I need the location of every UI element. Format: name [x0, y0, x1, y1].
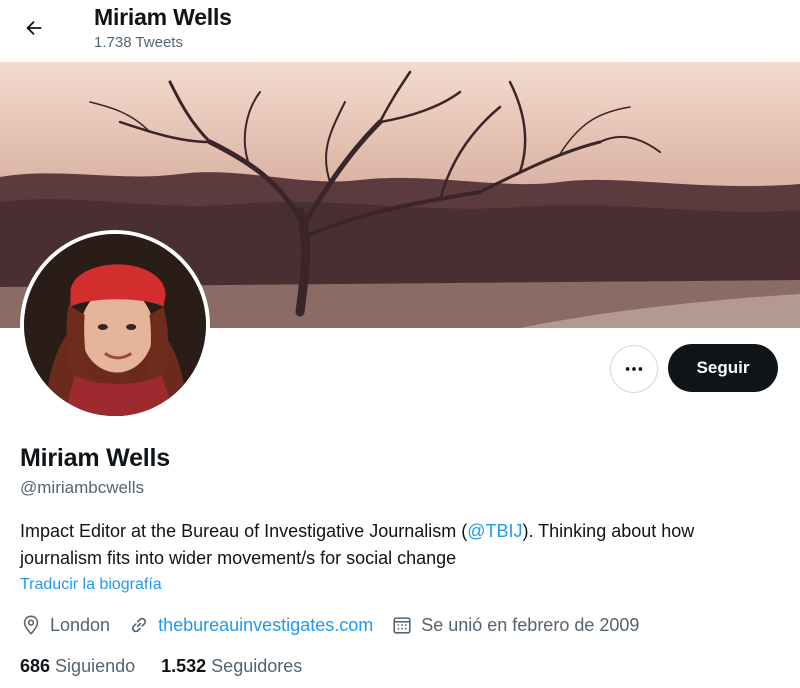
- display-name: Miriam Wells: [20, 444, 170, 472]
- more-options-button[interactable]: [610, 345, 658, 393]
- following-label: Siguiendo: [55, 656, 136, 676]
- website-link[interactable]: thebureauinvestigates.com: [158, 615, 373, 636]
- profile-header: Miriam Wells 1.738 Tweets: [0, 0, 800, 62]
- avatar-photo: [24, 234, 206, 416]
- followers-count: 1.532: [161, 656, 207, 676]
- profile-meta: London thebureauinvestigates.com Se unió…: [20, 614, 657, 636]
- avatar[interactable]: [20, 230, 210, 420]
- following-link[interactable]: 686 Siguiendo: [20, 656, 135, 677]
- bio-mention-link[interactable]: @TBIJ: [467, 521, 522, 541]
- back-button[interactable]: [14, 8, 54, 48]
- location-pin-icon: [23, 615, 39, 635]
- bio-text-start: Impact Editor at the Bureau of Investiga…: [20, 521, 468, 541]
- calendar-icon: [393, 617, 411, 634]
- profile-bio: Impact Editor at the Bureau of Investiga…: [20, 518, 780, 572]
- joined-text: Se unió en febrero de 2009: [421, 614, 640, 635]
- tweet-count: 1.738 Tweets: [94, 34, 183, 51]
- header-name: Miriam Wells: [94, 4, 232, 30]
- translate-bio-link[interactable]: Traducir la biografía: [20, 576, 162, 594]
- website-item: thebureauinvestigates.com: [128, 614, 373, 636]
- follow-button[interactable]: Seguir: [668, 344, 778, 392]
- arrow-left-icon: [26, 20, 42, 36]
- more-dots-icon: [625, 367, 643, 371]
- location-item: London: [20, 614, 110, 636]
- joined-item: Se unió en febrero de 2009: [391, 614, 639, 636]
- location-text: London: [50, 614, 111, 635]
- link-icon: [132, 617, 147, 633]
- followers-link[interactable]: 1.532 Seguidores: [161, 656, 302, 677]
- follow-stats: 686 Siguiendo 1.532 Seguidores: [20, 656, 328, 677]
- user-handle: @miriambcwells: [20, 478, 144, 497]
- following-count: 686: [20, 656, 51, 676]
- followers-label: Seguidores: [211, 656, 303, 676]
